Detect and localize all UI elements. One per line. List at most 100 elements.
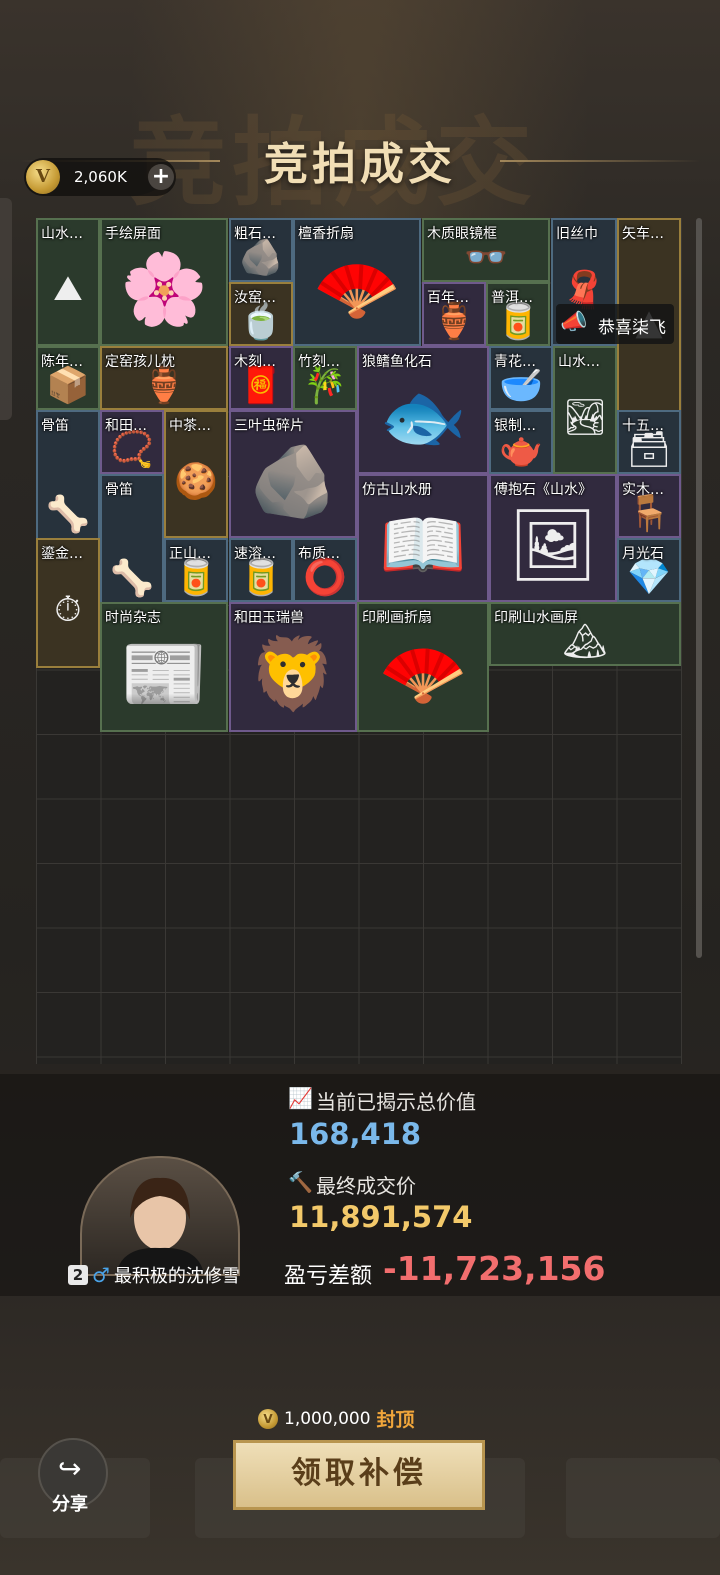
final-price-value: 11,891,574: [289, 1200, 473, 1234]
auction-item[interactable]: 速溶… 🥫: [229, 538, 293, 602]
item-label: 和田…: [105, 418, 147, 434]
item-picture: 🍪: [174, 461, 218, 502]
auction-item[interactable]: 实木… 🪑: [617, 474, 681, 538]
auction-item[interactable]: 定窑孩儿枕 🏺: [100, 346, 228, 410]
auction-item[interactable]: 布质… ⭕: [293, 538, 357, 602]
auction-item[interactable]: 汝窑… 🍵: [229, 282, 293, 346]
item-label: 仿古山水册: [362, 482, 432, 498]
item-label: 骨笛: [41, 418, 69, 434]
item-picture: 🐟: [379, 375, 467, 458]
auction-item[interactable]: 和田玉瑞兽 🦁: [229, 602, 357, 732]
item-picture: 📦: [46, 365, 90, 406]
profit-loss-value: -11,723,156: [383, 1249, 606, 1288]
item-picture: 🪭: [378, 632, 468, 715]
auction-item[interactable]: 粗石… 🪨: [229, 218, 293, 282]
auction-item[interactable]: 和田… 📿: [100, 410, 164, 474]
item-picture: 📿: [110, 429, 154, 470]
auction-item[interactable]: 木刻… 🧧: [229, 346, 293, 410]
item-label: 木刻…: [234, 354, 276, 370]
item-picture: ⏱: [54, 589, 82, 630]
auction-item[interactable]: 月光石 💎: [617, 538, 681, 602]
item-label: 印刷山水画屏: [494, 610, 578, 626]
item-label: 粗石…: [234, 226, 276, 242]
item-picture: 👓: [464, 237, 508, 278]
item-picture: 🥫: [496, 301, 540, 342]
auction-item[interactable]: 木质眼镜框 👓: [422, 218, 550, 282]
auction-item[interactable]: 印刷画折扇 🪭: [357, 602, 489, 732]
congrats-text: 恭喜柒飞: [598, 318, 666, 338]
item-picture: 🏞: [562, 397, 608, 438]
auction-item[interactable]: 中茶… 🍪: [164, 410, 228, 538]
auction-item[interactable]: 仿古山水册 📖: [357, 474, 489, 602]
share-label: 分享: [52, 1494, 88, 1515]
item-picture: 📖: [379, 503, 467, 586]
item-picture: ⛰: [53, 268, 83, 309]
item-picture: 🍵: [239, 301, 283, 342]
auction-item[interactable]: 银制… 🫖: [489, 410, 553, 474]
item-picture: 💎: [627, 557, 671, 598]
item-picture: 🏺: [142, 365, 186, 406]
item-label: 三叶虫碎片: [234, 418, 304, 434]
final-price-label: 最终成交价: [316, 1174, 416, 1198]
auction-item[interactable]: 十五… 🗃: [617, 410, 681, 474]
auction-item[interactable]: 山水… ⛰: [36, 218, 100, 346]
coin-icon: V: [26, 160, 60, 194]
auction-item[interactable]: 竹刻… 🎋: [293, 346, 357, 410]
item-label: 定窑孩儿枕: [105, 354, 175, 370]
profit-loss-label: 盈亏差额: [284, 1264, 373, 1289]
item-picture: 🗃: [626, 429, 672, 470]
item-picture: 🪨: [239, 237, 283, 278]
auction-item[interactable]: 时尚杂志 📰: [100, 602, 228, 732]
auction-item[interactable]: 印刷山水画屏 🏔: [489, 602, 681, 666]
item-label: 檀香折扇: [298, 226, 354, 242]
auction-item[interactable]: 手绘屏面 🌸: [100, 218, 228, 346]
player-rank: 2 ♂ 最积极的沈修雪: [68, 1262, 240, 1288]
item-picture: 🪑: [627, 493, 671, 534]
cap-amount: 1,000,000: [284, 1408, 371, 1429]
player-name: 最积极的沈修雪: [113, 1266, 240, 1287]
chart-icon: 📈: [288, 1086, 313, 1110]
auction-item[interactable]: 陈年… 📦: [36, 346, 100, 410]
coin-balance: V 2,060K +: [24, 158, 176, 196]
item-label: 十五…: [622, 418, 664, 434]
cap-label: 封顶: [376, 1409, 415, 1431]
auction-item[interactable]: 青花… 🥣: [489, 346, 553, 410]
megaphone-icon: 📣: [560, 310, 588, 335]
auction-item[interactable]: 檀香折扇 🪭: [293, 218, 421, 346]
item-picture: 🎋: [303, 365, 347, 406]
item-picture: 🦁: [249, 632, 337, 715]
share-icon: ↪: [58, 1452, 82, 1485]
item-label: 青花…: [494, 354, 536, 370]
price-cap: V 1,000,000 封顶: [258, 1405, 415, 1432]
item-picture: 🏔: [562, 621, 608, 662]
revealed-label: 当前已揭示总价值: [316, 1090, 476, 1114]
claim-compensation-button[interactable]: 领取补偿: [233, 1440, 485, 1510]
item-picture: 🫖: [499, 429, 543, 470]
side-panel-tab[interactable]: [0, 198, 12, 420]
auction-item[interactable]: 正山… 🥫: [164, 538, 228, 602]
auction-item[interactable]: 百年… 🏺: [422, 282, 486, 346]
item-label: 速溶…: [234, 546, 276, 562]
coin-amount: 2,060K: [74, 168, 127, 186]
item-picture: 🌸: [120, 247, 208, 330]
auction-item[interactable]: 傅抱石《山水》 🖼: [489, 474, 617, 602]
item-picture: 🥣: [499, 365, 543, 406]
item-label: 鎏金…: [41, 546, 83, 562]
avatar: [80, 1156, 240, 1276]
auction-item[interactable]: 狼鳍鱼化石 🐟: [357, 346, 489, 474]
coin-icon-small: V: [258, 1408, 278, 1429]
item-label: 百年…: [427, 290, 469, 306]
item-label: 山水…: [558, 354, 600, 370]
item-label: 狼鳍鱼化石: [362, 354, 432, 370]
auction-item[interactable]: 鎏金… ⏱: [36, 538, 100, 668]
grid-scrollbar[interactable]: [696, 218, 702, 958]
auction-item[interactable]: 普洱… 🥫: [486, 282, 550, 346]
item-label: 银制…: [494, 418, 536, 434]
item-label: 和田玉瑞兽: [234, 610, 304, 626]
item-label: 骨笛: [105, 482, 133, 498]
auction-item[interactable]: 三叶虫碎片 🪨: [229, 410, 357, 538]
add-coins-button[interactable]: +: [148, 164, 174, 190]
item-label: 月光石: [622, 546, 664, 562]
auction-item[interactable]: 山水… 🏞: [553, 346, 617, 474]
item-picture: 🥫: [174, 557, 218, 598]
